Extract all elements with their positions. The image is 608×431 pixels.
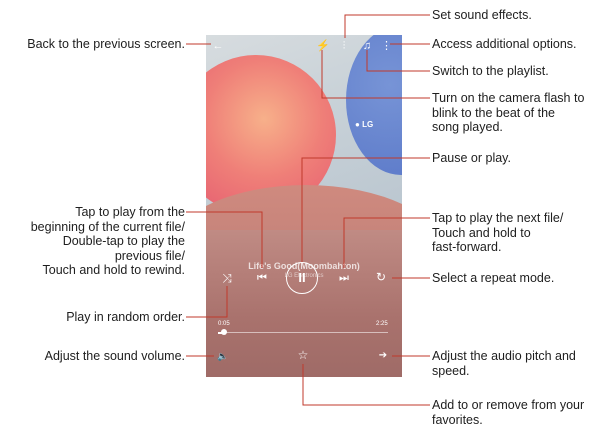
callout-flash-line: blink to the beat of the: [432, 105, 556, 120]
back-arrow-icon[interactable]: ←: [212, 40, 224, 52]
callout-next-line: fast-forward.: [432, 240, 502, 254]
sound-effects-icon[interactable]: ⫶: [338, 40, 350, 52]
callout-repeat: Select a repeat mode.: [432, 271, 555, 285]
callout-favorite-line: favorites.: [432, 412, 483, 427]
lg-logo: ● LG: [355, 120, 374, 129]
callout-set-sound-effects: Set sound effects.: [432, 8, 532, 22]
callout-next: Tap to play the next file/ Touch and hol…: [432, 211, 563, 255]
album-art: [206, 35, 402, 230]
callout-previous-line: Double-tap to play the: [62, 234, 185, 248]
callout-previous-line: previous file/: [114, 248, 185, 263]
callout-previous-line: beginning of the current file/: [30, 219, 185, 234]
callout-flash-line: song played.: [432, 120, 503, 134]
callout-next-line: Tap to play the next file/: [432, 211, 564, 225]
pitch-speed-icon[interactable]: ➔: [376, 350, 390, 362]
elapsed-time: 0:05: [218, 321, 230, 327]
progress-thumb[interactable]: [221, 329, 227, 335]
shuffle-icon[interactable]: ⤨: [220, 272, 234, 284]
playlist-icon[interactable]: ♫: [361, 40, 373, 52]
callout-pitch-line: Adjust the audio pitch and: [432, 349, 576, 363]
repeat-icon[interactable]: ↻: [374, 271, 388, 283]
volume-icon[interactable]: 🔈: [216, 350, 230, 362]
callout-flash: Turn on the camera flash to blink to the…: [432, 91, 584, 135]
callout-pitch: Adjust the audio pitch and speed.: [432, 349, 576, 378]
callout-options: Access additional options.: [432, 37, 577, 51]
previous-track-icon[interactable]: ⏮: [254, 272, 270, 284]
camera-flash-icon[interactable]: ⚡: [316, 40, 330, 52]
more-options-icon[interactable]: ⋮: [381, 40, 392, 52]
art-shape-blue: [346, 35, 402, 175]
callout-favorite: Add to or remove from your favorites.: [432, 398, 584, 427]
callout-shuffle: Play in random order.: [66, 310, 185, 324]
callout-flash-line: Turn on the camera flash to: [432, 91, 585, 105]
callout-next-line: Touch and hold to: [432, 225, 531, 240]
callout-volume: Adjust the sound volume.: [44, 349, 185, 363]
callout-previous-line: Touch and hold to rewind.: [42, 263, 185, 277]
progress-track[interactable]: [218, 332, 388, 333]
callout-previous: Tap to play from the beginning of the cu…: [31, 205, 185, 278]
favorite-star-icon[interactable]: ☆: [296, 349, 310, 361]
pause-button[interactable]: II: [286, 262, 318, 294]
music-player-screen: Life's Good(Moombahton) LG Electronics: [206, 35, 402, 377]
next-track-icon[interactable]: ⏭: [336, 272, 352, 284]
callout-favorite-line: Add to or remove from your: [432, 398, 585, 412]
callout-pitch-line: speed.: [432, 363, 470, 378]
callout-pause-play: Pause or play.: [432, 151, 511, 165]
total-duration: 2:25: [376, 321, 388, 327]
callout-previous-line: Tap to play from the: [75, 205, 185, 219]
callout-back: Back to the previous screen.: [27, 37, 185, 51]
callout-playlist: Switch to the playlist.: [432, 64, 549, 78]
